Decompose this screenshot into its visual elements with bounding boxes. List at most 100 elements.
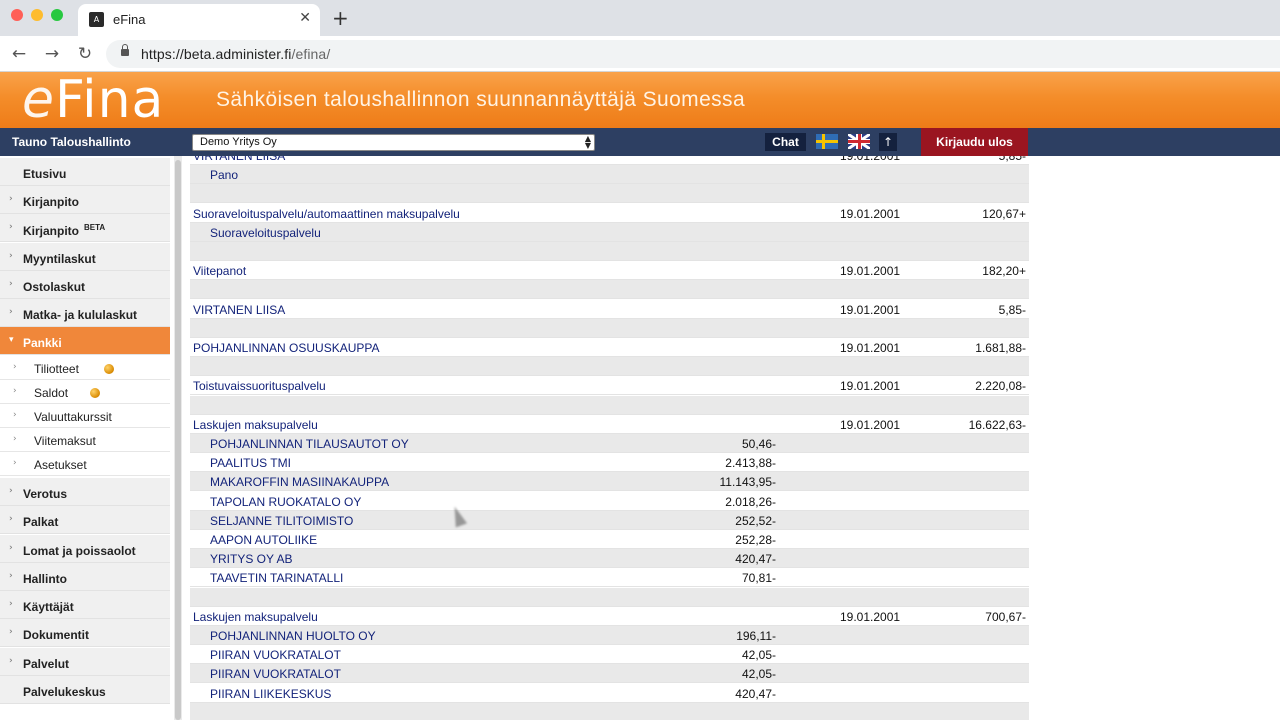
table-row[interactable]: TAAVETIN TARINATALLI 70,81-: [190, 568, 1029, 588]
scroll-up-icon[interactable]: ↑: [879, 133, 897, 151]
chevron-right-icon: ›: [9, 251, 13, 261]
reload-icon[interactable]: ↻: [74, 43, 96, 65]
english-flag-icon[interactable]: [848, 134, 870, 149]
new-tab-icon[interactable]: +: [332, 6, 349, 30]
row-date: 19.01.2001: [840, 156, 901, 163]
chevron-right-icon: ›: [9, 627, 13, 637]
chevron-right-icon: ›: [9, 656, 13, 666]
table-group-row[interactable]: Toistuvaissuorituspalvelu 19.01.2001 2.220…: [190, 376, 1029, 396]
table-row[interactable]: POHJANLINNAN HUOLTO OY 196,11-: [190, 626, 1029, 645]
sidebar-item-myyntilaskut[interactable]: › Myyntilaskut: [0, 243, 170, 271]
sidebar-item-kirjanpito-beta[interactable]: › Kirjanpito BETA: [0, 214, 170, 242]
logout-button[interactable]: Kirjaudu ulos: [921, 128, 1028, 156]
row-description: PIIRAN VUOKRATALOT: [210, 667, 341, 682]
table-group-row[interactable]: POHJANLINNAN OSUUSKAUPPA 19.01.2001 1.681,…: [190, 338, 1029, 357]
table-group-row[interactable]: VIRTANEN LIISA 19.01.2001 5,85-: [190, 156, 1029, 165]
close-window-button[interactable]: [11, 9, 23, 21]
table-spacer-row: [190, 242, 1029, 261]
tab-title: eFina: [113, 12, 146, 27]
table-group-row[interactable]: VIRTANEN LIISA 19.01.2001 5,85-: [190, 299, 1029, 319]
sidebar-subitem-asetukset[interactable]: › Asetukset: [0, 452, 170, 476]
row-date: 19.01.2001: [840, 417, 901, 432]
sidebar-item-lomat-ja-poissaolot[interactable]: › Lomat ja poissaolot: [0, 535, 170, 563]
favicon-icon: A: [89, 12, 104, 27]
row-total: 5,85-: [998, 302, 1026, 317]
sidebar-subitem-saldot[interactable]: › Saldot: [0, 380, 170, 404]
sidebar-item-dokumentit[interactable]: › Dokumentit: [0, 619, 170, 647]
sidebar-item-palvelukeskus[interactable]: Palvelukeskus: [0, 676, 170, 704]
row-amount: 420,47-: [735, 686, 776, 701]
sidebar-item-hallinto[interactable]: › Hallinto: [0, 563, 170, 591]
row-total: 1.681,88-: [975, 341, 1026, 355]
table-row[interactable]: TAPOLAN RUOKATALO OY 2.018,26-: [190, 491, 1029, 511]
table-spacer-row: [190, 184, 1029, 204]
table-row[interactable]: Pano: [190, 165, 1029, 185]
sidebar-item-ostolaskut[interactable]: › Ostolaskut: [0, 271, 170, 299]
row-amount: 2.018,26-: [725, 494, 776, 509]
chevron-right-icon: ›: [13, 458, 17, 468]
table-group-row[interactable]: Viitepanot 19.01.2001 182,20+: [190, 261, 1029, 281]
row-description: POHJANLINNAN TILAUSAUTOT OY: [210, 437, 409, 451]
table-group-row[interactable]: Suoraveloituspalvelu/automaattinen maksu…: [190, 203, 1029, 223]
url-field[interactable]: https://beta.administer.fi/efina/: [106, 40, 1280, 68]
row-amount: 2.413,88-: [725, 456, 776, 471]
sidebar-subitem-viitemaksut[interactable]: › Viitemaksut: [0, 428, 170, 452]
efina-logo[interactable]: eFina: [22, 72, 164, 128]
browser-tab[interactable]: A eFina ✕: [78, 4, 320, 36]
table-row[interactable]: AAPON AUTOLIIKE 252,28-: [190, 530, 1029, 549]
sidebar-item-etusivu[interactable]: Etusivu: [0, 158, 170, 186]
sidebar-subitem-valuuttakurssit[interactable]: › Valuuttakurssit: [0, 404, 170, 428]
table-row[interactable]: SELJANNE TILITOIMISTO 252,52-: [190, 510, 1029, 530]
row-amount: 70,81-: [741, 571, 776, 586]
table-row[interactable]: YRITYS OY AB 420,47-: [190, 549, 1029, 569]
chevron-right-icon: ›: [9, 486, 13, 496]
chat-button[interactable]: Chat: [765, 133, 806, 151]
scrollbar-thumb[interactable]: [175, 160, 181, 720]
row-description: SELJANNE TILITOIMISTO: [210, 513, 354, 528]
row-description: TAPOLAN RUOKATALO OY: [210, 494, 362, 509]
table-row[interactable]: PIIRAN VUOKRATALOT 42,05-: [190, 645, 1029, 665]
sidebar-item-palkat[interactable]: › Palkat: [0, 506, 170, 534]
table-spacer-row: [190, 318, 1029, 338]
row-description: POHJANLINNAN HUOLTO OY: [210, 629, 376, 643]
chevron-right-icon: ›: [9, 307, 13, 317]
back-icon[interactable]: ←: [8, 43, 30, 65]
row-total: 700,67-: [985, 609, 1026, 624]
sidebar-item-matka-ja-kululaskut[interactable]: › Matka- ja kululaskut: [0, 299, 170, 327]
sidebar-item-pankki[interactable]: ▾ Pankki: [0, 327, 170, 355]
chevron-right-icon: ›: [9, 599, 13, 609]
table-row[interactable]: POHJANLINNAN TILAUSAUTOT OY 50,46-: [190, 434, 1029, 453]
sidebar-subitem-tiliotteet[interactable]: › Tiliotteet: [0, 356, 170, 380]
row-description: POHJANLINNAN OSUUSKAUPPA: [193, 341, 380, 355]
swedish-flag-icon[interactable]: [816, 134, 838, 149]
row-description: TAAVETIN TARINATALLI: [210, 571, 344, 586]
row-amount: 420,47-: [735, 552, 776, 567]
table-spacer-row: [190, 357, 1029, 377]
sidebar-item-kayttajat[interactable]: › Käyttäjät: [0, 591, 170, 619]
sidebar-item-kirjanpito[interactable]: › Kirjanpito: [0, 186, 170, 214]
tagline: Sähköisen taloushallinnon suunnannäyttäj…: [216, 88, 746, 111]
chevron-right-icon: ›: [13, 386, 17, 396]
row-date: 19.01.2001: [840, 379, 901, 394]
minimize-window-button[interactable]: [31, 9, 43, 21]
table-row[interactable]: Suoraveloituspalvelu: [190, 222, 1029, 242]
browser-tab-bar: A eFina ✕ +: [0, 0, 1280, 36]
table-row[interactable]: PAALITUS TMI 2.413,88-: [190, 453, 1029, 473]
company-select[interactable]: Demo Yritys Oy ▲ ▼: [192, 134, 595, 151]
table-group-row[interactable]: Laskujen maksupalvelu 19.01.2001 700,67-: [190, 606, 1029, 626]
row-total: 120,67+: [982, 206, 1026, 221]
chevron-right-icon: ›: [9, 514, 13, 524]
maximize-window-button[interactable]: [51, 9, 63, 21]
sidebar-item-palvelut[interactable]: › Palvelut: [0, 648, 170, 676]
row-amount: 196,11-: [736, 629, 776, 643]
table-row[interactable]: PIIRAN LIIKEKESKUS 420,47-: [190, 683, 1029, 703]
forward-icon[interactable]: →: [41, 43, 63, 65]
row-amount: 42,05-: [741, 667, 776, 682]
close-tab-icon[interactable]: ✕: [299, 10, 311, 26]
table-row[interactable]: MAKAROFFIN MASIINAKAUPPA 11.143,95-: [190, 472, 1029, 492]
table-row[interactable]: PIIRAN VUOKRATALOT 42,05-: [190, 664, 1029, 684]
sidebar-item-verotus[interactable]: › Verotus: [0, 478, 170, 506]
row-date: 19.01.2001: [840, 264, 901, 279]
table-group-row[interactable]: Laskujen maksupalvelu 19.01.2001 16.622,63…: [190, 414, 1029, 434]
row-amount: 252,28-: [735, 533, 776, 547]
